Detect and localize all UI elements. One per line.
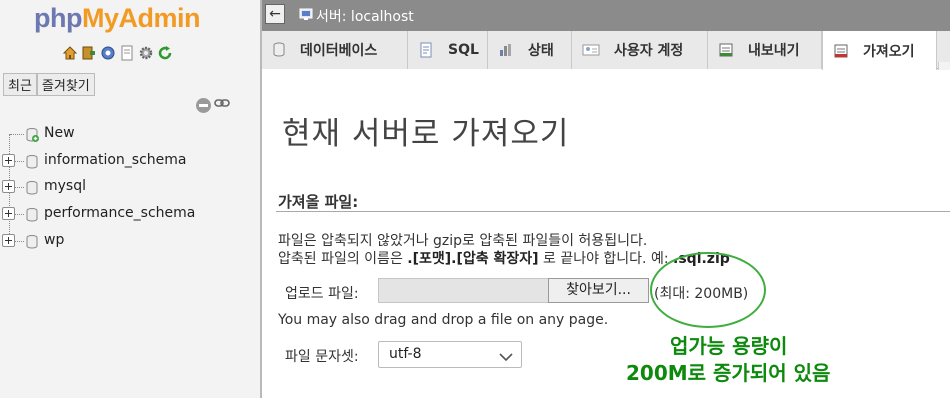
database-icon	[24, 180, 40, 200]
phpmyadmin-logo[interactable]: phpMyAdmin	[34, 3, 200, 34]
charset-label: 파일 문자셋:	[285, 349, 359, 365]
nav-icon-bar	[62, 45, 173, 61]
drag-drop-hint: You may also drag and drop a file on any…	[278, 312, 609, 328]
info-text: 압축된 파일의 이름은	[278, 251, 408, 267]
database-icon	[24, 207, 40, 227]
expand-icon[interactable]	[2, 154, 15, 167]
import-icon	[833, 43, 849, 59]
tab-status[interactable]: 상태	[488, 31, 572, 69]
section-title: 가져올 파일:	[278, 193, 359, 211]
sql-icon	[418, 42, 434, 58]
section-divider	[276, 211, 950, 212]
tab-label: 내보내기	[748, 43, 800, 59]
expand-icon[interactable]	[2, 180, 15, 193]
info-text: 로 끝나야 합니다. 예:	[538, 251, 674, 267]
status-icon	[498, 42, 514, 58]
tab-sql[interactable]: SQL	[408, 31, 488, 69]
upload-file-input[interactable]	[378, 278, 549, 303]
tab-label: 사용자 계정	[614, 43, 684, 59]
chevron-down-icon	[499, 350, 513, 366]
tab-label: 데이터베이스	[300, 43, 378, 59]
allowed-compression-info: 파일은 압축되지 않았거나 gzip로 압축된 파일들이 허용됩니다.	[278, 233, 648, 249]
back-button[interactable]: ←	[265, 4, 285, 24]
link-icon[interactable]	[214, 97, 230, 113]
nav-tools	[196, 97, 230, 113]
user-accounts-icon	[582, 43, 600, 57]
upload-file-label: 업로드 파일:	[285, 286, 359, 302]
main-tabs: 데이터베이스 SQL 상태 사용자 계정 내보내기 가져오기	[262, 31, 950, 100]
nav-tabs: 최근 즐겨찾기	[3, 73, 95, 96]
charset-value: utf-8	[389, 346, 422, 362]
tree-item-performance-schema[interactable]: performance_schema	[0, 203, 260, 225]
page-title: 현재 서버로 가져오기	[282, 116, 570, 152]
exit-icon[interactable]	[81, 45, 97, 61]
import-page: 현재 서버로 가져오기 가져올 파일: 파일은 압축되지 않았거나 gzip로 …	[262, 70, 950, 398]
home-icon[interactable]	[62, 45, 78, 61]
tab-export[interactable]: 내보내기	[708, 31, 822, 69]
database-icon	[24, 154, 40, 174]
tree-item-label: information_schema	[44, 152, 187, 168]
tree-item-label: performance_schema	[44, 205, 196, 221]
query-icon[interactable]	[100, 45, 116, 61]
annotation-text: 업가능 용량이	[670, 334, 788, 358]
tree-item-wp[interactable]: wp	[0, 230, 260, 252]
tree-item-label: mysql	[44, 178, 86, 194]
filename-format-info: 압축된 파일의 이름은 .[포맷].[압축 확장자] 로 끝나야 합니다. 예:…	[278, 248, 730, 268]
server-breadcrumb-bar: ← 서버: localhost	[262, 0, 950, 31]
tab-label: SQL	[448, 42, 479, 58]
browse-button[interactable]: 찾아보기...	[548, 278, 649, 303]
settings-icon[interactable]	[138, 45, 154, 61]
database-icon	[24, 234, 40, 254]
tab-databases[interactable]: 데이터베이스	[262, 31, 408, 69]
navigation-panel: phpMyAdmin 최근 즐겨찾기 New information_schem…	[0, 0, 262, 398]
server-icon	[299, 7, 313, 25]
collapse-all-icon[interactable]	[196, 97, 211, 113]
tree-branch	[10, 134, 24, 135]
database-icon	[272, 42, 286, 58]
tab-user-accounts[interactable]: 사용자 계정	[572, 31, 708, 69]
tree-item-new[interactable]: New	[0, 123, 260, 145]
tree-item-mysql[interactable]: mysql	[0, 176, 260, 198]
annotation-circle	[650, 252, 766, 328]
docs-icon[interactable]	[119, 45, 135, 61]
tab-recent[interactable]: 최근	[3, 73, 37, 96]
tab-import[interactable]: 가져오기	[822, 31, 937, 70]
tab-label: 상태	[528, 43, 554, 59]
expand-icon[interactable]	[2, 234, 15, 247]
tab-label: 가져오기	[863, 43, 915, 60]
export-icon	[718, 42, 734, 58]
expand-icon[interactable]	[2, 207, 15, 220]
tree-item-label: New	[44, 125, 75, 141]
tab-favorites[interactable]: 즐겨찾기	[36, 73, 95, 96]
logo-myadmin-text: MyAdmin	[81, 3, 201, 33]
format-pattern: .[포맷].[압축 확장자]	[407, 251, 539, 267]
annotation-text: 200M로 증가되어 있음	[626, 361, 831, 385]
logo-php-text: php	[34, 3, 82, 33]
new-database-icon	[24, 127, 40, 147]
tree-item-label: wp	[44, 232, 65, 248]
server-breadcrumb[interactable]: 서버: localhost	[316, 6, 414, 26]
tree-item-information-schema[interactable]: information_schema	[0, 150, 260, 172]
reload-icon[interactable]	[157, 45, 173, 61]
charset-select[interactable]: utf-8	[378, 341, 522, 368]
